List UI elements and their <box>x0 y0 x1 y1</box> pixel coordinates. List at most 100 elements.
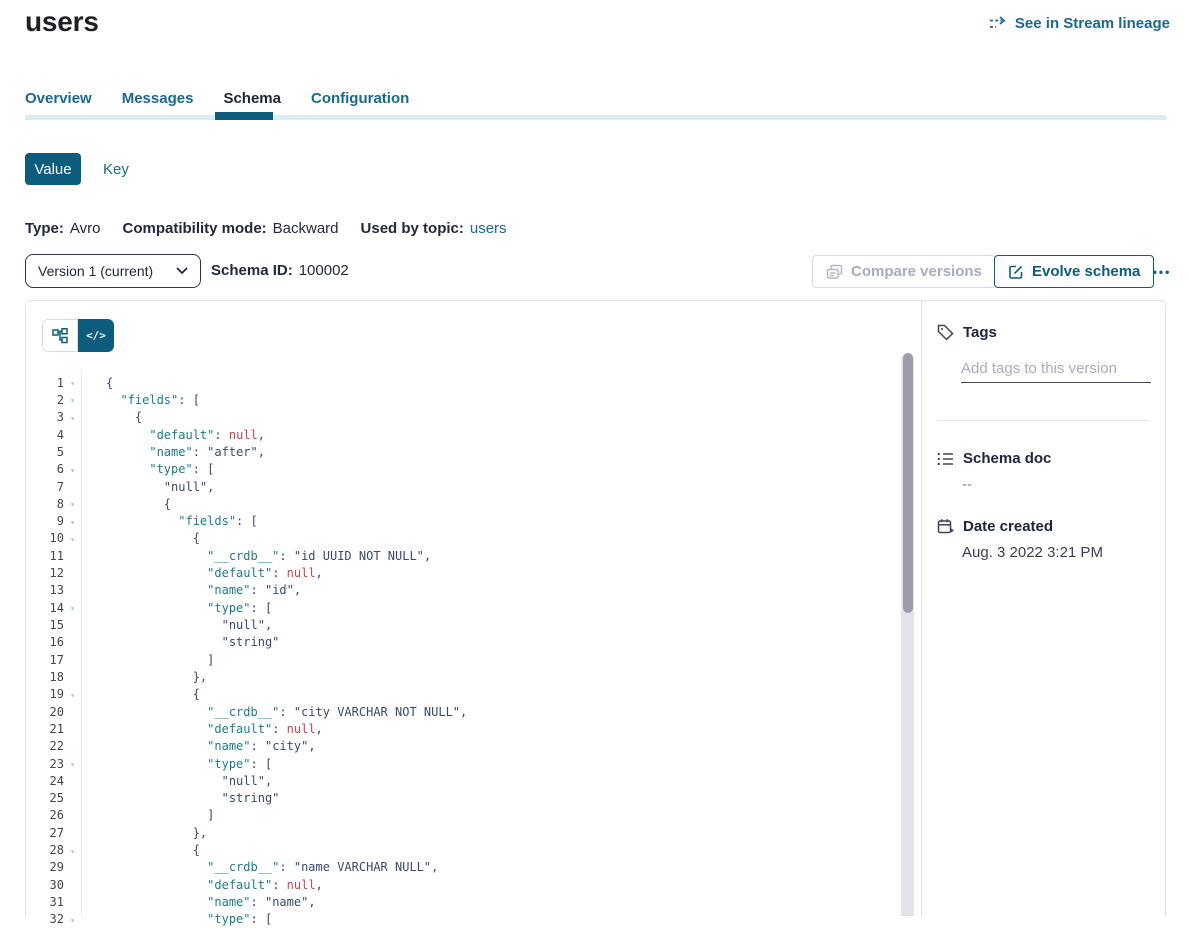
code-line: 27 }, <box>26 824 899 841</box>
code-text: { <box>81 687 200 701</box>
code-line: 12 "default": null, <box>26 564 899 581</box>
code-text: { <box>81 843 200 857</box>
tree-view-button[interactable] <box>42 319 78 352</box>
code-text: ] <box>81 808 214 822</box>
code-line: 14▾ "type": [ <box>26 599 899 616</box>
fold-gutter <box>64 555 81 557</box>
editor-scrollbar-thumb[interactable] <box>903 353 913 613</box>
value-tab-button[interactable]: Value <box>25 153 81 185</box>
line-number: 25 <box>26 791 64 805</box>
tab-overview[interactable]: Overview <box>25 90 92 107</box>
fold-gutter <box>64 711 81 713</box>
line-number: 11 <box>26 549 64 563</box>
fold-gutter <box>64 780 81 782</box>
calendar-icon <box>937 518 954 535</box>
fold-gutter <box>64 486 81 488</box>
fold-arrow-icon[interactable]: ▾ <box>64 377 81 388</box>
line-number: 28 <box>26 843 64 857</box>
tab-bar: Overview Messages Schema Configuration <box>25 90 409 107</box>
sidebar-divider <box>937 420 1150 421</box>
code-line: 25 "string" <box>26 790 899 807</box>
tab-messages[interactable]: Messages <box>122 90 194 107</box>
line-number: 1 <box>26 376 64 390</box>
code-line: 21 "default": null, <box>26 720 899 737</box>
version-select[interactable]: Version 1 (current) <box>25 254 201 288</box>
compatibility-mode-value: Backward <box>273 220 339 237</box>
schema-meta-row: Type: Avro Compatibility mode: Backward … <box>25 220 507 237</box>
line-number: 29 <box>26 860 64 874</box>
fold-arrow-icon[interactable]: ▾ <box>64 602 81 613</box>
fold-arrow-icon[interactable]: ▾ <box>64 845 81 856</box>
list-icon <box>937 451 954 467</box>
line-number: 7 <box>26 480 64 494</box>
fold-arrow-icon[interactable]: ▾ <box>64 758 81 769</box>
code-line: 10▾ { <box>26 530 899 547</box>
type-label: Type: <box>25 220 64 237</box>
code-line: 15 "null", <box>26 616 899 633</box>
fold-gutter <box>64 745 81 747</box>
fold-gutter <box>64 641 81 643</box>
line-number: 16 <box>26 635 64 649</box>
fold-arrow-icon[interactable]: ▾ <box>64 394 81 405</box>
code-line: 6▾ "type": [ <box>26 461 899 478</box>
fold-arrow-icon[interactable]: ▾ <box>64 464 81 475</box>
fold-gutter <box>64 832 81 834</box>
line-number: 9 <box>26 514 64 528</box>
fold-arrow-icon[interactable]: ▾ <box>64 516 81 527</box>
code-text: "__crdb__": "name VARCHAR NULL", <box>81 860 438 874</box>
type-value: Avro <box>70 220 101 237</box>
see-in-stream-lineage-link[interactable]: See in Stream lineage <box>990 15 1170 32</box>
code-view-button[interactable]: </> <box>78 319 114 352</box>
line-number: 26 <box>26 808 64 822</box>
schema-id-value: 100002 <box>299 262 349 279</box>
line-number: 14 <box>26 601 64 615</box>
tab-schema[interactable]: Schema <box>223 90 281 107</box>
schema-panel: </> 1▾{2▾ "fields": [3▾ {4 "default": nu… <box>25 300 1166 916</box>
line-number: 12 <box>26 566 64 580</box>
code-line: 7 "null", <box>26 478 899 495</box>
code-text: "default": null, <box>81 428 265 442</box>
fold-gutter <box>64 884 81 886</box>
fold-arrow-icon[interactable]: ▾ <box>64 412 81 423</box>
line-number: 6 <box>26 462 64 476</box>
code-text: ] <box>81 653 214 667</box>
code-text: "default": null, <box>81 566 323 580</box>
code-view-icon: </> <box>86 329 106 342</box>
line-number: 21 <box>26 722 64 736</box>
code-line: 31 "name": "name", <box>26 893 899 910</box>
tag-icon <box>937 324 954 341</box>
line-number: 10 <box>26 531 64 545</box>
fold-gutter <box>64 659 81 661</box>
code-line: 11 "__crdb__": "id UUID NOT NULL", <box>26 547 899 564</box>
more-actions-button[interactable]: ••• <box>1144 255 1180 288</box>
code-line: 26 ] <box>26 807 899 824</box>
fold-arrow-icon[interactable]: ▾ <box>64 689 81 700</box>
fold-gutter <box>64 589 81 591</box>
code-line: 9▾ "fields": [ <box>26 513 899 530</box>
code-line: 28▾ { <box>26 841 899 858</box>
topic-link[interactable]: users <box>470 220 507 237</box>
evolve-schema-button[interactable]: Evolve schema <box>994 255 1154 288</box>
schema-sidebar: Tags Schema doc -- <box>921 301 1166 916</box>
code-line: 24 "null", <box>26 772 899 789</box>
fold-gutter <box>64 797 81 799</box>
code-line: 32▾ "type": [ <box>26 911 899 928</box>
code-text: "type": [ <box>81 601 272 615</box>
line-number: 32 <box>26 912 64 926</box>
editor-scrollbar-track[interactable] <box>901 353 914 916</box>
compare-versions-button[interactable]: Compare versions <box>812 255 996 288</box>
tab-configuration[interactable]: Configuration <box>311 90 409 107</box>
chevron-down-icon <box>176 267 188 275</box>
date-created-section-header: Date created <box>937 518 1053 535</box>
fold-arrow-icon[interactable]: ▾ <box>64 533 81 544</box>
line-number: 2 <box>26 393 64 407</box>
code-text: "fields": [ <box>81 514 258 528</box>
add-tags-input[interactable] <box>961 354 1151 383</box>
key-tab-button[interactable]: Key <box>103 161 129 178</box>
tab-underline-active <box>215 112 273 120</box>
line-number: 20 <box>26 705 64 719</box>
fold-arrow-icon[interactable]: ▾ <box>64 498 81 509</box>
fold-arrow-icon[interactable]: ▾ <box>64 914 81 925</box>
code-line: 20 "__crdb__": "city VARCHAR NOT NULL", <box>26 703 899 720</box>
code-line: 8▾ { <box>26 495 899 512</box>
